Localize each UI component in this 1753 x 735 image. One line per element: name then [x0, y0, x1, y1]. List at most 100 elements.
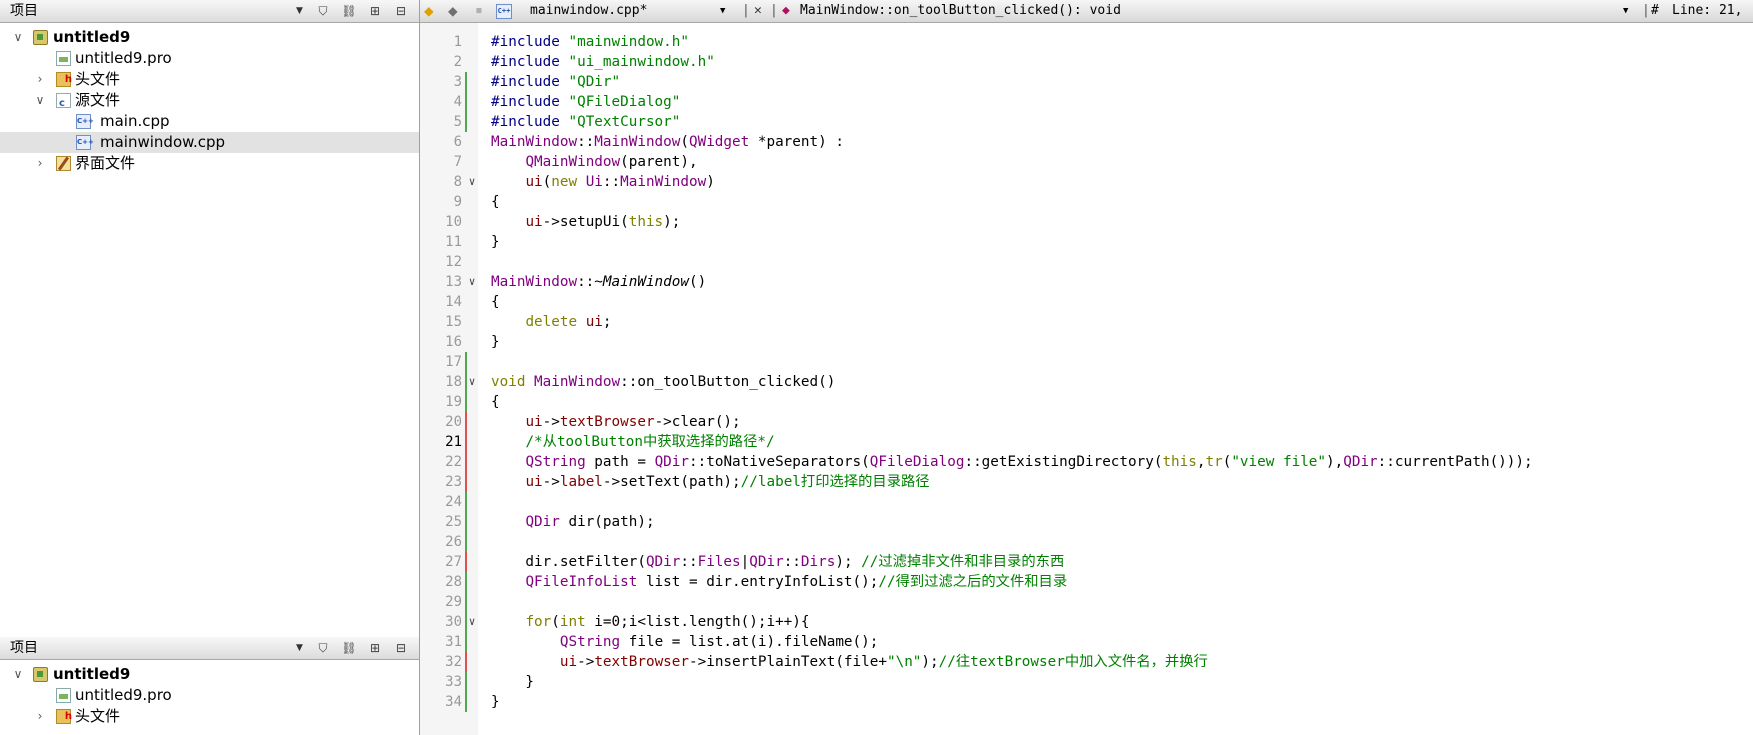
code-line[interactable]: 22 QString path = QDir::toNativeSeparato…: [420, 452, 1753, 472]
code-text[interactable]: ui->label->setText(path);//label打印选择的目录路…: [491, 472, 929, 492]
code-text[interactable]: #include "QFileDialog": [491, 92, 680, 112]
tree-item-pro-file[interactable]: untitled9.pro: [0, 685, 419, 706]
code-text[interactable]: /*从toolButton中获取选择的路径*/: [491, 432, 774, 452]
code-text[interactable]: {: [491, 192, 500, 212]
fold-chevron-icon[interactable]: ∨: [466, 372, 478, 392]
code-text[interactable]: MainWindow::MainWindow(QWidget *parent) …: [491, 132, 844, 152]
code-text[interactable]: {: [491, 292, 500, 312]
code-line[interactable]: 27 dir.setFilter(QDir::Files|QDir::Dirs)…: [420, 552, 1753, 572]
code-text[interactable]: {: [491, 392, 500, 412]
chevron-right-icon[interactable]: ›: [33, 69, 47, 90]
code-editor[interactable]: 1 #include "mainwindow.h" 2 #include "ui_ma…: [420, 23, 1753, 735]
code-line[interactable]: 23 ui->label->setText(path);//label打印选择的…: [420, 472, 1753, 492]
code-text[interactable]: QString path = QDir::toNativeSeparators(…: [491, 452, 1532, 472]
link-icon[interactable]: ⛓: [340, 639, 358, 657]
code-line[interactable]: 30 ∨ for(int i=0;i<list.length();i++){: [420, 612, 1753, 632]
chevron-down-icon[interactable]: ▼: [296, 0, 303, 22]
tree-item-project[interactable]: ∨ untitled9: [0, 664, 419, 685]
fold-chevron-icon[interactable]: ∨: [466, 172, 478, 192]
filter-icon[interactable]: ⛉: [314, 639, 332, 657]
code-line[interactable]: 3 #include "QDir": [420, 72, 1753, 92]
code-text[interactable]: for(int i=0;i<list.length();i++){: [491, 612, 809, 632]
chevron-right-icon[interactable]: ›: [33, 706, 47, 727]
close-pane-icon[interactable]: ⊟: [392, 2, 410, 20]
split-icon[interactable]: ⊞: [366, 2, 384, 20]
chevron-down-icon[interactable]: ∨: [33, 90, 47, 111]
code-text[interactable]: ui->textBrowser->insertPlainText(file+"\…: [491, 652, 1208, 672]
tree-item-forms[interactable]: › 界面文件: [0, 153, 419, 174]
split-icon[interactable]: ⊞: [366, 639, 384, 657]
tree-item-pro-file[interactable]: untitled9.pro: [0, 48, 419, 69]
code-text[interactable]: ui->textBrowser->clear();: [491, 412, 740, 432]
code-text[interactable]: }: [491, 332, 500, 352]
code-line[interactable]: 17: [420, 352, 1753, 372]
line-indicator[interactable]: Line: 21,: [1672, 0, 1742, 22]
code-line[interactable]: 15 delete ui;: [420, 312, 1753, 332]
code-line[interactable]: 24: [420, 492, 1753, 512]
code-line[interactable]: 31 QString file = list.at(i).fileName();: [420, 632, 1753, 652]
code-area[interactable]: 1 #include "mainwindow.h" 2 #include "ui_ma…: [420, 32, 1753, 712]
close-pane-icon[interactable]: ⊟: [392, 639, 410, 657]
code-text[interactable]: }: [491, 672, 534, 692]
lock-icon[interactable]: ▪: [475, 0, 483, 22]
code-text[interactable]: #include "mainwindow.h": [491, 32, 689, 52]
fold-chevron-icon[interactable]: ∨: [466, 612, 478, 632]
code-text[interactable]: QFileInfoList list = dir.entryInfoList()…: [491, 572, 1067, 592]
code-line[interactable]: 8 ∨ ui(new Ui::MainWindow): [420, 172, 1753, 192]
code-text[interactable]: #include "QDir": [491, 72, 620, 92]
code-line[interactable]: 26: [420, 532, 1753, 552]
chevron-down-icon[interactable]: ▼: [296, 637, 303, 659]
tree-item-headers[interactable]: › 头文件: [0, 706, 419, 727]
code-line[interactable]: 6 MainWindow::MainWindow(QWidget *parent)…: [420, 132, 1753, 152]
code-line[interactable]: 33 }: [420, 672, 1753, 692]
code-line[interactable]: 28 QFileInfoList list = dir.entryInfoLis…: [420, 572, 1753, 592]
code-text[interactable]: ui(new Ui::MainWindow): [491, 172, 714, 192]
chevron-right-icon[interactable]: ›: [33, 153, 47, 174]
code-line[interactable]: 4 #include "QFileDialog": [420, 92, 1753, 112]
code-line[interactable]: 19 {: [420, 392, 1753, 412]
code-text[interactable]: QMainWindow(parent),: [491, 152, 697, 172]
code-line[interactable]: 13 ∨ MainWindow::~MainWindow(): [420, 272, 1753, 292]
code-line[interactable]: 11}: [420, 232, 1753, 252]
code-line[interactable]: 12: [420, 252, 1753, 272]
code-line[interactable]: 2 #include "ui_mainwindow.h": [420, 52, 1753, 72]
code-text[interactable]: void MainWindow::on_toolButton_clicked(): [491, 372, 835, 392]
code-line[interactable]: 32 ui->textBrowser->insertPlainText(file…: [420, 652, 1753, 672]
tree-item-mainwindow-cpp[interactable]: C++ mainwindow.cpp: [0, 132, 419, 153]
code-line[interactable]: 9{: [420, 192, 1753, 212]
tree-item-project[interactable]: ∨ untitled9: [0, 27, 419, 48]
filter-icon[interactable]: ⛉: [314, 2, 332, 20]
code-text[interactable]: QDir dir(path);: [491, 512, 654, 532]
open-document-selector[interactable]: mainwindow.cpp*: [530, 0, 647, 22]
code-line[interactable]: 18 ∨ void MainWindow::on_toolButton_clicke…: [420, 372, 1753, 392]
link-icon[interactable]: ⛓: [340, 2, 358, 20]
chevron-down-icon[interactable]: ▼: [1623, 0, 1628, 22]
symbol-selector[interactable]: MainWindow::on_toolButton_clicked(): voi…: [788, 0, 1121, 22]
code-line[interactable]: 29: [420, 592, 1753, 612]
code-text[interactable]: MainWindow::~MainWindow(): [491, 272, 706, 292]
code-text[interactable]: }: [491, 692, 500, 712]
tree-item-headers[interactable]: › 头文件: [0, 69, 419, 90]
code-line[interactable]: 21 /*从toolButton中获取选择的路径*/: [420, 432, 1753, 452]
fold-chevron-icon[interactable]: ∨: [466, 272, 478, 292]
code-line[interactable]: 16}: [420, 332, 1753, 352]
code-text[interactable]: #include "ui_mainwindow.h": [491, 52, 715, 72]
code-text[interactable]: dir.setFilter(QDir::Files|QDir::Dirs); /…: [491, 552, 1064, 572]
code-line[interactable]: 14 {: [420, 292, 1753, 312]
tree-item-main-cpp[interactable]: C++ main.cpp: [0, 111, 419, 132]
code-line[interactable]: 25 QDir dir(path);: [420, 512, 1753, 532]
code-line[interactable]: 10 ui->setupUi(this);: [420, 212, 1753, 232]
forward-arrow-icon[interactable]: ◆: [448, 0, 458, 22]
code-text[interactable]: ui->setupUi(this);: [491, 212, 680, 232]
code-line[interactable]: 20 ui->textBrowser->clear();: [420, 412, 1753, 432]
tree-item-sources[interactable]: ∨ 源文件: [0, 90, 419, 114]
code-line[interactable]: 7 QMainWindow(parent),: [420, 152, 1753, 172]
chevron-down-icon[interactable]: ∨: [11, 664, 25, 685]
code-text[interactable]: #include "QTextCursor": [491, 112, 680, 132]
code-text[interactable]: QString file = list.at(i).fileName();: [491, 632, 879, 652]
back-arrow-icon[interactable]: ◆: [424, 0, 434, 22]
code-line[interactable]: 5 #include "QTextCursor": [420, 112, 1753, 132]
code-text[interactable]: }: [491, 232, 500, 252]
code-line[interactable]: 1 #include "mainwindow.h": [420, 32, 1753, 52]
code-line[interactable]: 34}: [420, 692, 1753, 712]
